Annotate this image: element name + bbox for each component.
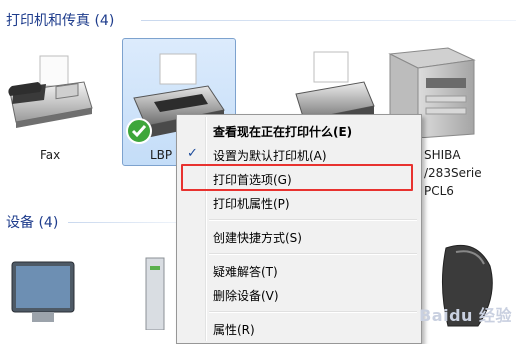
menu-item-set-default[interactable]: ✓ 设置为默认打印机(A) [179,143,419,165]
menu-item-label: 设置为默认打印机(A) [213,149,327,163]
menu-separator [209,311,417,313]
watermark: Baidu 经验 [419,306,512,325]
context-menu[interactable]: 查看现在正在打印什么(E) ✓ 设置为默认打印机(A) 打印首选项(G) 打印机… [176,114,422,344]
fax-icon [8,55,93,128]
monitor-icon [11,261,75,322]
computer-tower-icon [145,257,165,331]
device-tile-tower[interactable] [140,256,170,331]
menu-item-label: 删除设备(V) [213,289,279,303]
menu-item-label: 创建快捷方式(S) [213,231,302,245]
printer-label-shiba-2: /283Serie [424,166,482,180]
checkmark-icon: ✓ [187,146,198,161]
printers-section-header[interactable]: 打印机和传真 (4) [6,10,516,30]
default-check-icon [126,118,152,144]
menu-item-see-printing[interactable]: 查看现在正在打印什么(E) [179,119,419,141]
menu-item-printer-properties[interactable]: 打印机属性(P) [179,191,419,213]
menu-item-troubleshoot[interactable]: 疑难解答(T) [179,259,419,281]
printer-label-shiba-3: PCL6 [424,184,454,198]
menu-separator [209,253,417,255]
printers-section-title: 打印机和传真 (4) [6,13,115,29]
section-divider [141,20,516,21]
annotation-highlight-box [181,164,413,191]
printer-label-fax: Fax [40,148,61,162]
devices-section-title: 设备 (4) [6,215,59,231]
menu-item-properties[interactable]: 属性(R) [179,317,419,339]
printer-tile-fax[interactable]: Fax [4,42,104,162]
menu-item-label: 打印机属性(P) [213,197,290,211]
menu-item-label: 查看现在正在打印什么(E) [213,125,353,139]
printer-label-shiba-1: SHIBA [424,148,461,162]
device-tile-monitor[interactable] [2,256,82,330]
menu-item-remove-device[interactable]: 删除设备(V) [179,283,419,305]
menu-separator [209,219,417,221]
menu-item-create-shortcut[interactable]: 创建快捷方式(S) [179,225,419,247]
printer-label-lbp: LBP [150,148,173,162]
section-divider [68,222,178,223]
menu-item-label: 疑难解答(T) [213,265,278,279]
